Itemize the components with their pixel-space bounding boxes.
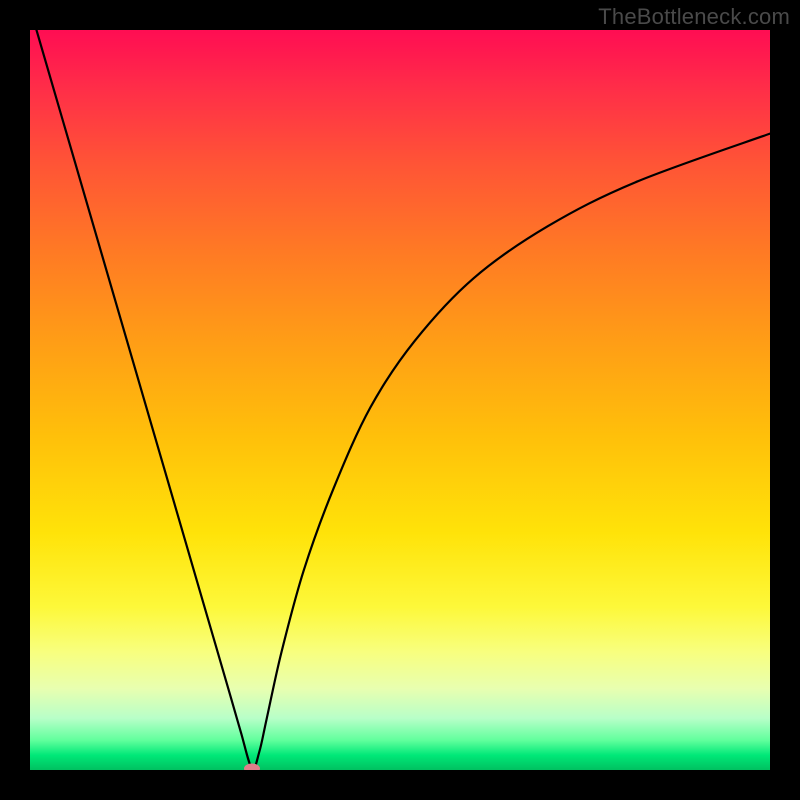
curve-svg [30,30,770,770]
watermark-text: TheBottleneck.com [598,4,790,30]
chart-frame: TheBottleneck.com [0,0,800,800]
optimum-marker [244,764,260,770]
bottleneck-curve [30,30,770,769]
plot-area [30,30,770,770]
